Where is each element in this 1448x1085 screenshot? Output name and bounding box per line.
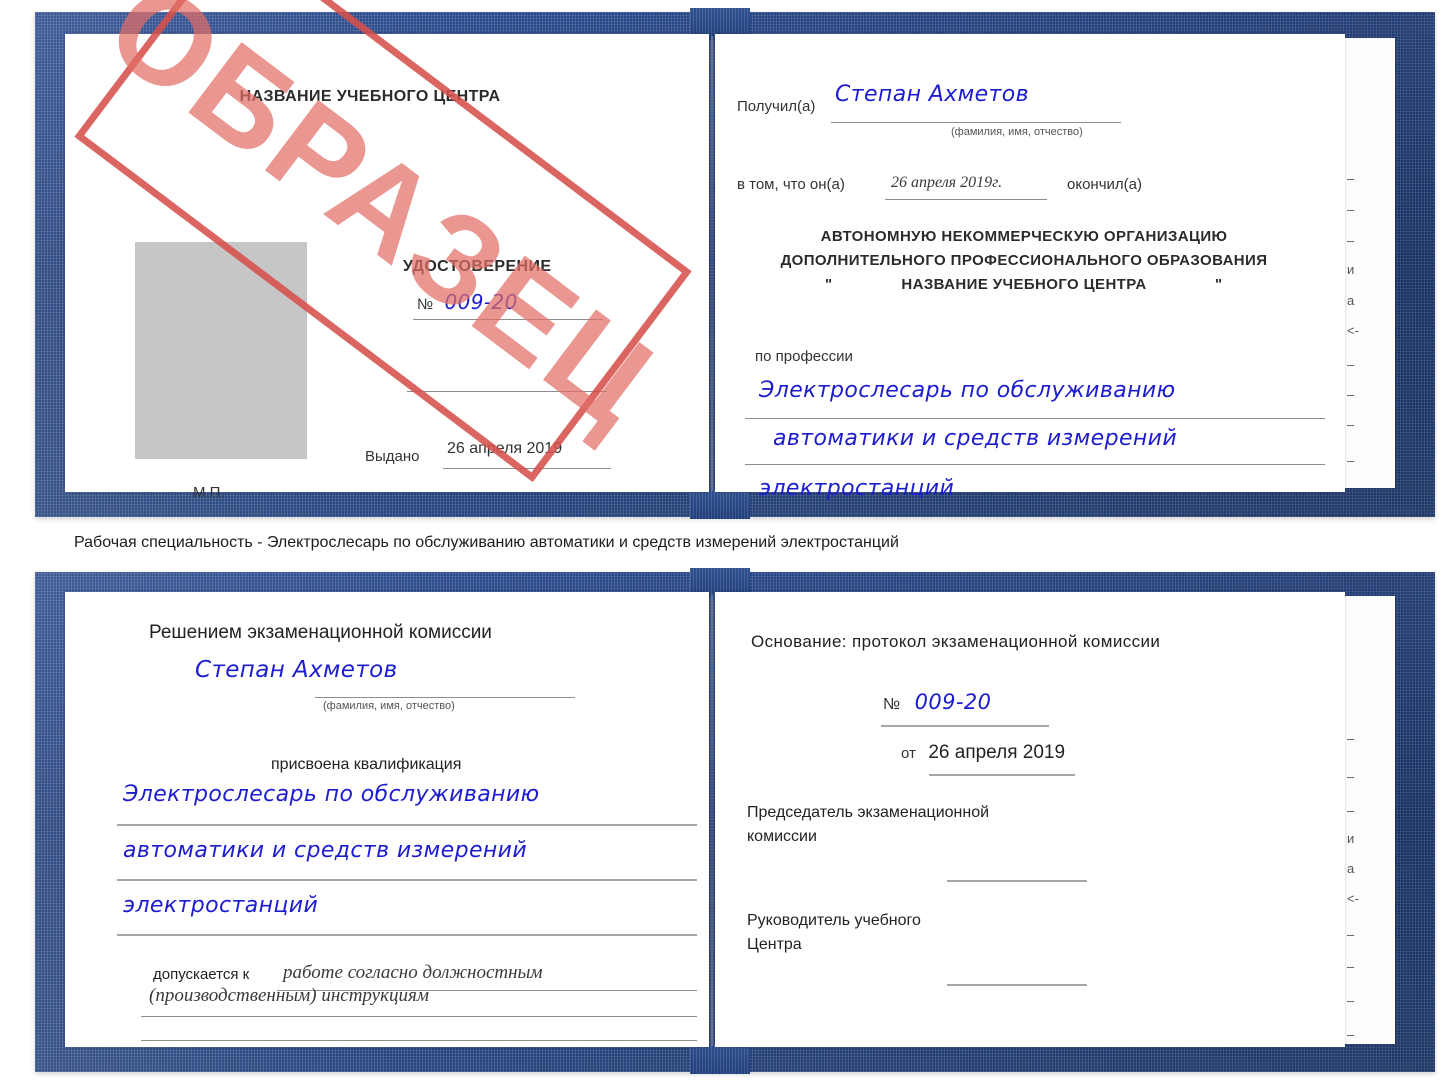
profession-line-3: электростанций [759,476,955,501]
qualification-label: присвоена квалификация [271,756,462,773]
seal-label: М.П. [193,484,225,501]
protocol-number-rule [881,725,1049,727]
issued-rule [443,468,611,469]
allowed-label: допускается к [153,966,250,983]
protocol-number-label: № [883,696,901,713]
page-bottom-right: Основание: протокол экзаменационной коми… [715,592,1345,1047]
training-center-title: НАЗВАНИЕ УЧЕБНОГО ЦЕНТРА [239,88,501,105]
name-rule [315,697,575,698]
number-label: № [417,296,434,313]
edge-fragment: а [1347,861,1355,876]
chairman-label-line-1: Председатель экзаменационной [747,804,990,821]
protocol-number-value: 009-20 [914,690,992,714]
protocol-date-label: от [901,745,916,762]
edge-fragment: – [1347,387,1355,402]
profession-line-2: автоматики и средств измерений [773,426,1178,451]
edge-fragment: а [1347,293,1355,308]
profession-rule-2 [745,464,1325,465]
blank-rule-1 [407,391,607,392]
fio-hint: (фамилия, имя, отчество) [951,126,1083,138]
received-value: Степан Ахметов [835,82,1029,107]
allowed-value-line-1: работе согласно должностным [283,962,543,983]
spine-tab-bottom [690,1044,750,1074]
recipient-name: Степан Ахметов [195,657,398,683]
qualification-rule-3 [117,934,697,936]
org-quote-close: " [1215,276,1223,293]
photo-placeholder [135,242,307,459]
protocol-date-value: 26 апреля 2019 [928,742,1066,763]
page-top-right: Получил(а) Степан Ахметов (фамилия, имя,… [715,34,1345,501]
qualification-rule-2 [117,879,697,881]
fio-hint: (фамилия, имя, отчество) [323,700,455,712]
finish-date-value: 26 апреля 2019г. [891,174,1003,191]
edge-fragment: <- [1347,323,1359,338]
that-he-label: в том, что он(а) [737,176,845,193]
allowed-rule-3 [141,1040,697,1041]
edge-fragment: – [1347,927,1355,942]
page-caption: Рабочая специальность - Электрослесарь п… [74,534,899,551]
protocol-date-rule [929,774,1075,776]
protocol-date-row: от 26 апреля 2019 [901,742,1065,764]
edge-fragment: – [1347,357,1355,372]
qualification-line-1: Электрослесарь по обслуживанию [123,782,540,807]
edge-fragment: – [1347,959,1355,974]
issued-value: 26 апреля 2019 [447,440,563,457]
edge-fragment: – [1347,171,1355,186]
finish-date-rule [885,199,1047,200]
certificate-top: НАЗВАНИЕ УЧЕБНОГО ЦЕНТРА УДОСТОВЕРЕНИЕ №… [35,8,1435,519]
received-label: Получил(а) [737,98,816,115]
allowed-value-line-2: (производственным) инструкциям [149,985,429,1006]
profession-line-1: Электрослесарь по обслуживанию [759,378,1176,403]
head-label-line-1: Руководитель учебного [747,912,921,929]
document-type-title: УДОСТОВЕРЕНИЕ [403,258,552,275]
edge-fragment: и [1347,262,1355,277]
spine-line-bottom [711,594,713,1046]
edge-fragment: – [1347,1027,1355,1042]
chairman-label-line-2: комиссии [747,828,817,845]
chairman-signature-rule [947,880,1087,882]
edge-fragment: – [1347,233,1355,248]
profession-rule-1 [745,418,1325,419]
head-signature-rule [947,984,1087,986]
profession-label: по профессии [755,348,853,365]
spine-tab-bottom [690,489,750,519]
basis-label: Основание: протокол экзаменационной коми… [751,632,1161,651]
spine-line-top [711,36,713,491]
decision-title: Решением экзаменационной комиссии [149,622,492,643]
issued-label: Выдано [365,448,420,465]
number-rule [413,319,603,320]
head-label-line-2: Центра [747,936,802,953]
org-line-2: ДОПОЛНИТЕЛЬНОГО ПРОФЕССИОНАЛЬНОГО ОБРАЗО… [780,252,1268,269]
edge-fragment: – [1347,769,1355,784]
edge-fragment: – [1347,453,1355,468]
number-value: 009-20 [444,290,518,314]
number-row: № 009-20 [417,290,518,314]
protocol-number-row: № 009-20 [883,690,991,714]
edge-fragment: – [1347,803,1355,818]
org-line-3: НАЗВАНИЕ УЧЕБНОГО ЦЕНТРА [901,276,1147,293]
edge-fragment: – [1347,417,1355,432]
finished-label: окончил(а) [1067,176,1142,193]
certificate-bottom: Решением экзаменационной комиссии Степан… [35,568,1435,1074]
qualification-rule-1 [117,824,697,826]
org-line-1: АВТОНОМНУЮ НЕКОММЕРЧЕСКУЮ ОРГАНИЗАЦИЮ [820,228,1228,245]
edge-fragment: – [1347,731,1355,746]
edge-fragment: <- [1347,891,1359,906]
qualification-line-2: автоматики и средств измерений [123,838,528,863]
page-top-left: НАЗВАНИЕ УЧЕБНОГО ЦЕНТРА УДОСТОВЕРЕНИЕ №… [65,34,709,501]
edge-fragment: и [1347,831,1355,846]
edge-fragment: – [1347,993,1355,1008]
edge-fragment: – [1347,202,1355,217]
received-rule [831,122,1121,123]
qualification-line-3: электростанций [123,893,319,918]
page-bottom-left: Решением экзаменационной комиссии Степан… [65,592,709,1047]
allowed-rule-2 [141,1016,697,1017]
